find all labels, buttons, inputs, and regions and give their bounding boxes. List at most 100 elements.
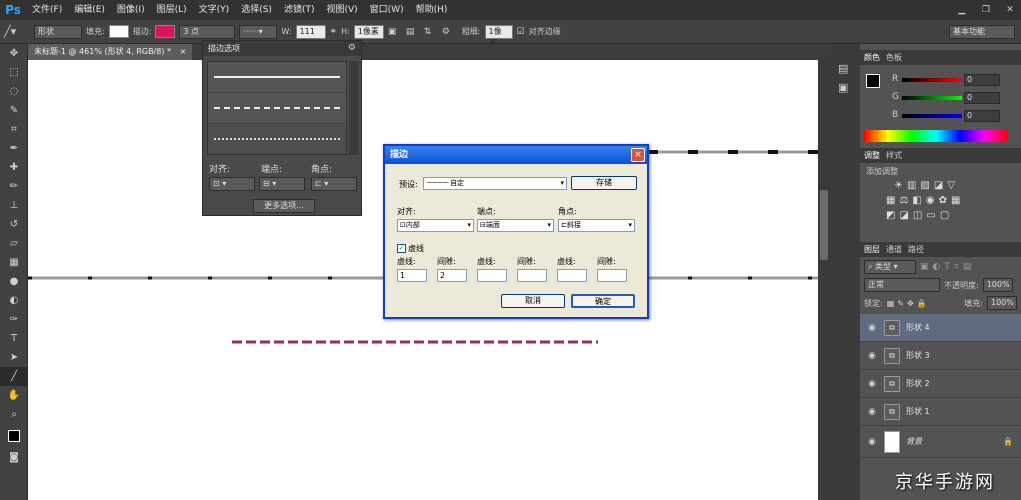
- eye-icon[interactable]: ◉: [866, 379, 878, 389]
- stamp-tool-icon[interactable]: ⊥: [0, 196, 28, 215]
- corners-select[interactable]: ⊏ 斜接 ▾: [558, 219, 635, 232]
- gap-input-1[interactable]: 2: [437, 269, 467, 282]
- line-tool-icon[interactable]: ╱▾: [4, 25, 30, 38]
- minimize-icon[interactable]: ▁: [951, 3, 973, 17]
- invert-icon[interactable]: ◩: [886, 210, 899, 221]
- balance-icon[interactable]: ⚖: [899, 195, 912, 206]
- path-align-icon[interactable]: ▤: [406, 27, 420, 37]
- lookup-icon[interactable]: ▦: [951, 195, 964, 206]
- dash-input-3[interactable]: [557, 269, 587, 282]
- eye-icon[interactable]: ◉: [866, 407, 878, 417]
- marquee-tool-icon[interactable]: ⬚: [0, 63, 28, 82]
- solid-line-preset[interactable]: [208, 62, 346, 93]
- channel-r-slider[interactable]: [902, 78, 962, 82]
- stroke-type-select[interactable]: ······▾: [239, 24, 278, 39]
- height-input[interactable]: 1像素: [353, 24, 384, 39]
- menu-window[interactable]: 窗口(W): [364, 0, 410, 20]
- bw-icon[interactable]: ◧: [912, 195, 925, 206]
- dashed-line-checkbox[interactable]: ✓ 虚线: [397, 243, 424, 254]
- dodge-tool-icon[interactable]: ◐: [0, 291, 28, 310]
- dash-input-2[interactable]: [477, 269, 507, 282]
- stroke-width-input[interactable]: 3 点: [179, 24, 236, 39]
- menu-file[interactable]: 文件(F): [26, 0, 68, 20]
- workspace-select[interactable]: 基本功能: [949, 24, 1015, 39]
- gap-input-3[interactable]: [597, 269, 627, 282]
- layer-row-shape-1[interactable]: ◉ ⧉ 形状 1: [860, 398, 1021, 426]
- align-select[interactable]: ⊡ ▾: [209, 177, 255, 191]
- eyedropper-tool-icon[interactable]: ✒: [0, 139, 28, 158]
- foreground-color-swatch[interactable]: [866, 74, 880, 88]
- blend-mode-select[interactable]: 正常: [864, 278, 940, 292]
- menu-view[interactable]: 视图(V): [320, 0, 363, 20]
- lasso-tool-icon[interactable]: ◌: [0, 82, 28, 101]
- color-swatches-icon[interactable]: [0, 424, 28, 448]
- mixer-icon[interactable]: ✿: [939, 195, 951, 206]
- fill-input[interactable]: 100%: [987, 296, 1017, 310]
- mode-select[interactable]: 形状: [34, 24, 82, 39]
- path-select-tool-icon[interactable]: ➤: [0, 348, 28, 367]
- eye-icon[interactable]: ◉: [866, 351, 878, 361]
- menu-edit[interactable]: 编辑(E): [68, 0, 111, 20]
- pen-tool-icon[interactable]: ✑: [0, 310, 28, 329]
- close-icon[interactable]: ×: [180, 47, 187, 56]
- menu-type[interactable]: 文字(Y): [193, 0, 236, 20]
- tab-swatches[interactable]: 色板: [886, 52, 902, 63]
- hand-tool-icon[interactable]: ✋: [0, 386, 28, 405]
- channel-g-slider[interactable]: [902, 96, 962, 100]
- actions-panel-icon[interactable]: ▣: [838, 81, 860, 94]
- channel-g-input[interactable]: 0: [964, 92, 1000, 104]
- menu-layer[interactable]: 图层(L): [151, 0, 193, 20]
- selective-color-icon[interactable]: ▢: [940, 210, 953, 221]
- gradient-map-icon[interactable]: ▭: [926, 210, 939, 221]
- scrollbar-thumb[interactable]: [820, 190, 828, 260]
- eye-icon[interactable]: ◉: [866, 323, 878, 333]
- brightness-icon[interactable]: ☀: [894, 180, 907, 191]
- stroke-presets-scrollbar[interactable]: [349, 61, 359, 155]
- quick-select-tool-icon[interactable]: ✎: [0, 101, 28, 120]
- menu-select[interactable]: 选择(S): [235, 0, 278, 20]
- menu-image[interactable]: 图像(I): [111, 0, 151, 20]
- history-panel-icon[interactable]: ▤: [838, 62, 860, 75]
- zoom-tool-icon[interactable]: ⌕: [0, 405, 28, 424]
- path-ops-icon[interactable]: ▣: [388, 27, 402, 37]
- caps-select[interactable]: ⊟ ▾: [259, 177, 305, 191]
- line-tool-icon[interactable]: ╱: [0, 367, 28, 386]
- save-button[interactable]: 存储: [571, 176, 637, 190]
- layer-row-shape-4[interactable]: ◉ ⧉ 形状 4: [860, 314, 1021, 342]
- healing-tool-icon[interactable]: ✚: [0, 158, 28, 177]
- layer-row-shape-3[interactable]: ◉ ⧉ 形状 3: [860, 342, 1021, 370]
- brush-tool-icon[interactable]: ✏: [0, 177, 28, 196]
- hue-icon[interactable]: ▦: [886, 195, 899, 206]
- crop-tool-icon[interactable]: ⌗: [0, 120, 28, 139]
- quick-mask-icon[interactable]: ◙: [0, 448, 28, 467]
- gear-icon[interactable]: ⚙: [442, 27, 458, 37]
- vibrance-icon[interactable]: ▽: [947, 180, 959, 191]
- channel-r-input[interactable]: 0: [964, 74, 1000, 86]
- thickness-input[interactable]: 1像素: [484, 24, 513, 48]
- blur-tool-icon[interactable]: ●: [0, 272, 28, 291]
- layer-filter-select[interactable]: ⌕ 类型 ▾: [864, 260, 916, 274]
- tab-color[interactable]: 颜色: [864, 52, 880, 63]
- gradient-tool-icon[interactable]: ▦: [0, 253, 28, 272]
- layer-row-background[interactable]: ◉ 背景 🔒: [860, 426, 1021, 458]
- posterize-icon[interactable]: ◪: [899, 210, 912, 221]
- corners-select[interactable]: ⊏ ▾: [311, 177, 357, 191]
- menu-filter[interactable]: 滤镜(T): [278, 0, 321, 20]
- caps-select[interactable]: ⊟ 端面 ▾: [477, 219, 554, 232]
- fill-swatch[interactable]: [108, 25, 129, 38]
- align-select[interactable]: ⊡ 内部 ▾: [397, 219, 474, 232]
- close-icon[interactable]: ✕: [999, 3, 1021, 17]
- tab-paths[interactable]: 路径: [908, 244, 924, 255]
- document-tab[interactable]: 未标题-1 @ 461% (形状 4, RGB/8) * ×: [28, 44, 193, 60]
- dash-input-1[interactable]: 1: [397, 269, 427, 282]
- width-input[interactable]: 111 像: [295, 24, 326, 48]
- curves-icon[interactable]: ▨: [920, 180, 933, 191]
- path-arrange-icon[interactable]: ⇅: [424, 27, 438, 37]
- align-edges-checkbox[interactable]: ☑: [517, 27, 525, 37]
- color-spectrum[interactable]: [864, 130, 1008, 142]
- opacity-input[interactable]: 100%: [982, 278, 1013, 292]
- lock-icons[interactable]: ▦✎✥🔒: [887, 299, 930, 308]
- preset-select[interactable]: ·················· 自定 ▾: [423, 177, 567, 190]
- tab-styles[interactable]: 样式: [886, 150, 902, 161]
- photo-filter-icon[interactable]: ◉: [926, 195, 939, 206]
